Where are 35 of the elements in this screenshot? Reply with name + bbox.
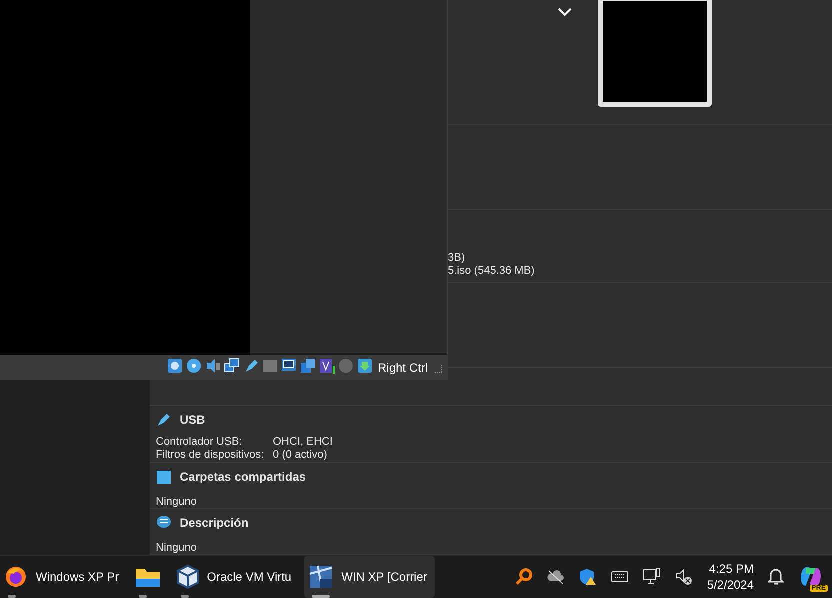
detail-value: Ninguno bbox=[155, 495, 198, 508]
bell-icon[interactable] bbox=[768, 568, 784, 586]
window-icon bbox=[308, 564, 334, 590]
speaker-muted-icon[interactable] bbox=[675, 568, 694, 586]
clock[interactable]: 4:25 PM 5/2/2024 bbox=[707, 561, 754, 593]
display-icon[interactable] bbox=[280, 358, 297, 374]
firefox-icon bbox=[4, 565, 28, 589]
host-key-label: Right Ctrl bbox=[378, 360, 428, 374]
detail-value: 0 (0 activo) bbox=[273, 449, 328, 462]
detail-value: OHCI, EHCI bbox=[273, 436, 333, 449]
detail-label: Controlador USB: bbox=[156, 436, 244, 449]
magnifier-icon[interactable] bbox=[515, 568, 534, 586]
section-title: Carpetas compartidas bbox=[180, 470, 306, 484]
monitor-icon[interactable] bbox=[643, 568, 662, 586]
detail-value: Ninguno bbox=[155, 541, 198, 554]
taskbar-app[interactable]: Oracle VM Virtu bbox=[173, 556, 300, 598]
detail-text: 5.iso (545.36 MB) bbox=[448, 265, 536, 278]
arrow-down-icon[interactable] bbox=[356, 358, 373, 374]
speech-bubble-icon bbox=[156, 514, 172, 530]
taskbar-app[interactable]: WIN XP [Corrier bbox=[304, 556, 436, 598]
section-title: Descripción bbox=[180, 516, 249, 530]
taskbar-app[interactable]: Windows XP Pr bbox=[0, 556, 128, 598]
chevron-down-icon[interactable] bbox=[557, 6, 573, 18]
speaker-icon[interactable] bbox=[204, 358, 221, 374]
capture-icon[interactable] bbox=[300, 358, 316, 374]
usb-icon bbox=[156, 412, 172, 428]
disc-icon[interactable] bbox=[186, 358, 202, 374]
detail-label: Filtros de dispositivos: bbox=[156, 449, 266, 462]
cube-icon bbox=[177, 565, 200, 589]
keyboard-icon[interactable] bbox=[611, 570, 630, 584]
cloud-off-icon[interactable] bbox=[547, 569, 566, 585]
section-title: USB bbox=[180, 413, 206, 427]
shield-warning-icon[interactable] bbox=[579, 568, 598, 586]
detail-text: 3B) bbox=[448, 252, 466, 265]
network-icon[interactable] bbox=[224, 358, 240, 374]
